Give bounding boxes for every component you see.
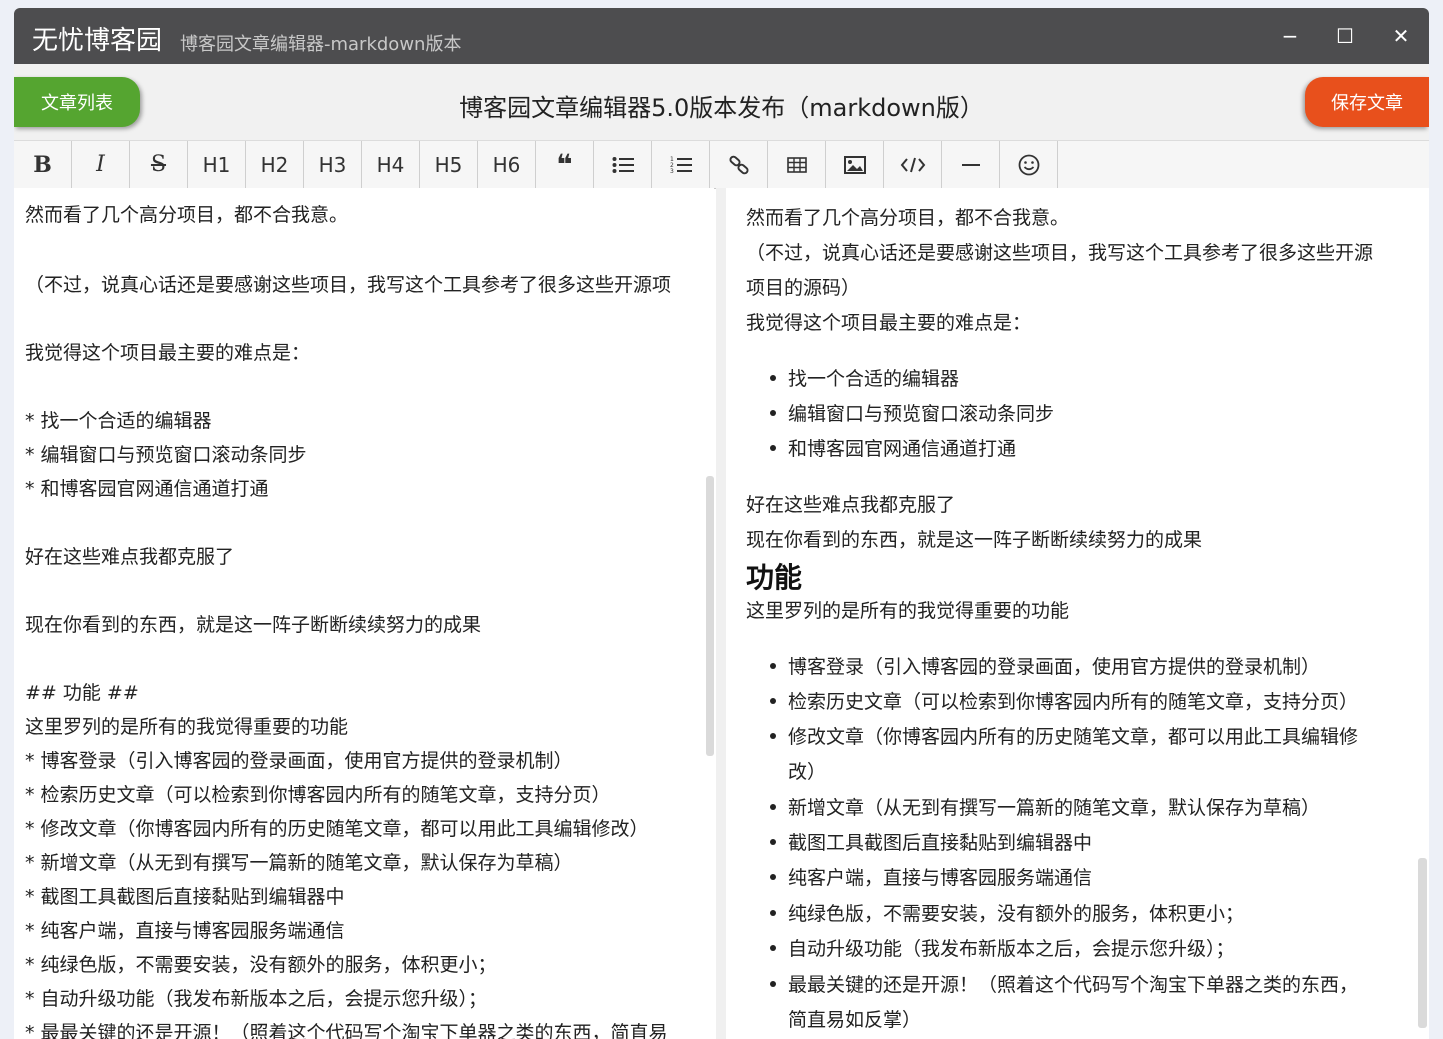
preview-paragraph: （不过，说真心话还是要感谢这些项目，我写这个工具参考了很多这些开源 [746, 242, 1374, 264]
editor-line: * 纯绿色版，不需要安装，没有额外的服务，体积更小； [25, 954, 497, 976]
preview-list-item: 修改文章（你博客园内所有的历史随笔文章，都可以用此工具编辑修 [769, 722, 1358, 749]
bold-icon: B [33, 151, 52, 178]
minimize-button[interactable]: − [1270, 20, 1310, 52]
close-button[interactable]: ✕ [1381, 20, 1421, 52]
preview-list-item: 找一个合适的编辑器 [769, 364, 959, 391]
emoji-icon [1018, 154, 1039, 175]
table-button[interactable] [768, 141, 826, 188]
italic-button[interactable]: I [72, 141, 130, 188]
save-article-button[interactable]: 保存文章 [1305, 77, 1429, 127]
app-name: 无忧博客园 [32, 26, 163, 56]
code-icon [900, 157, 925, 172]
preview-paragraph: 然而看了几个高分项目，都不合我意。 [746, 207, 1070, 229]
horizontal-rule-icon [961, 163, 980, 166]
preview-paragraph: 项目的源码） [746, 277, 861, 299]
preview-scrollbar[interactable] [1418, 858, 1427, 1028]
app-subtitle: 博客园文章编辑器-markdown版本 [180, 34, 462, 55]
article-list-button[interactable]: 文章列表 [14, 77, 140, 127]
editor-line: * 修改文章（你博客园内所有的历史随笔文章，都可以用此工具编辑修改） [25, 818, 649, 840]
editor-line: * 找一个合适的编辑器 [25, 410, 212, 432]
preview-paragraph: 现在你看到的东西，就是这一阵子断断续续努力的成果 [746, 529, 1203, 551]
editor-line: 现在你看到的东西，就是这一阵子断断续续努力的成果 [25, 614, 482, 636]
editor-line: * 检索历史文章（可以检索到你博客园内所有的随笔文章，支持分页） [25, 784, 611, 806]
preview-list-item: 新增文章（从无到有撰写一篇新的随笔文章，默认保存为草稿） [769, 793, 1320, 820]
ordered-list-icon: 123 [670, 156, 692, 175]
preview-list-item: 纯绿色版，不需要安装，没有额外的服务，体积更小； [769, 899, 1244, 926]
h6-button[interactable]: H6 [478, 141, 536, 188]
pane-divider[interactable] [716, 188, 726, 1039]
markdown-toolbar: B I S H1 H2 H3 H4 H5 H6 ❝ 123 [14, 140, 1429, 189]
preview-paragraph: 好在这些难点我都克服了 [746, 494, 956, 516]
editor-line: 好在这些难点我都克服了 [25, 546, 235, 568]
code-button[interactable] [884, 141, 942, 188]
editor-line: * 截图工具截图后直接黏贴到编辑器中 [25, 886, 345, 908]
preview-list-item: 博客登录（引入博客园的登录画面，使用官方提供的登录机制） [769, 652, 1320, 679]
h2-button[interactable]: H2 [246, 141, 304, 188]
editor-line: ## 功能 ## [25, 682, 139, 704]
header-bar: 文章列表 博客园文章编辑器5.0版本发布（markdown版） 保存文章 [14, 64, 1429, 141]
quote-button[interactable]: ❝ [536, 141, 594, 188]
title-bar: 无忧博客园 博客园文章编辑器-markdown版本 − ☐ ✕ [14, 8, 1429, 64]
preview-list-item: 编辑窗口与预览窗口滚动条同步 [769, 399, 1054, 426]
editor-line: * 新增文章（从无到有撰写一篇新的随笔文章，默认保存为草稿） [25, 852, 573, 874]
strikethrough-button[interactable]: S [130, 141, 188, 188]
horizontal-rule-button[interactable] [942, 141, 1000, 188]
editor-line: * 和博客园官网通信通道打通 [25, 478, 269, 500]
preview-paragraph: 我觉得这个项目最主要的难点是： [746, 312, 1032, 334]
h1-button[interactable]: H1 [188, 141, 246, 188]
unordered-list-button[interactable] [594, 141, 652, 188]
editor-line: 然而看了几个高分项目，都不合我意。 [25, 204, 349, 226]
preview-list-item: 纯客户端，直接与博客园服务端通信 [769, 863, 1092, 890]
preview-list-item: 自动升级功能（我发布新版本之后，会提示您升级）； [770, 934, 1235, 961]
preview-list-item-continuation: 简直易如反掌） [788, 1009, 922, 1031]
editor-line: * 最最关键的还是开源！（照着这个代码写个淘宝下单器之类的东西，简直易 [25, 1022, 668, 1039]
quote-icon: ❝ [556, 148, 573, 181]
h5-button[interactable]: H5 [420, 141, 478, 188]
image-button[interactable] [826, 141, 884, 188]
h4-button[interactable]: H4 [362, 141, 420, 188]
document-title[interactable]: 博客园文章编辑器5.0版本发布（markdown版） [314, 88, 1129, 123]
markdown-preview: 然而看了几个高分项目，都不合我意。 （不过，说真心话还是要感谢这些项目，我写这个… [726, 188, 1429, 1039]
h3-button[interactable]: H3 [304, 141, 362, 188]
editor-line: （不过，说真心话还是要感谢这些项目，我写这个工具参考了很多这些开源项 [25, 274, 672, 296]
preview-paragraph: 这里罗列的是所有的我觉得重要的功能 [746, 600, 1070, 622]
editor-line: 这里罗列的是所有的我觉得重要的功能 [25, 716, 349, 738]
editor-line: * 编辑窗口与预览窗口滚动条同步 [25, 444, 307, 466]
editor-line: * 博客登录（引入博客园的登录画面，使用官方提供的登录机制） [25, 750, 573, 772]
table-icon [786, 156, 807, 173]
preview-list-item: 最最关键的还是开源！（照着这个代码写个淘宝下单器之类的东西， [769, 970, 1358, 997]
preview-list-item: 和博客园官网通信通道打通 [769, 434, 1016, 461]
link-icon [728, 155, 749, 174]
editor-line: * 自动升级功能（我发布新版本之后，会提示您升级）； [25, 988, 488, 1010]
preview-list-item: 检索历史文章（可以检索到你博客园内所有的随笔文章，支持分页） [769, 687, 1358, 714]
maximize-button[interactable]: ☐ [1325, 20, 1365, 52]
app-window: 无忧博客园 博客园文章编辑器-markdown版本 − ☐ ✕ 文章列表 博客园… [14, 8, 1429, 1039]
preview-list-item-continuation: 改） [788, 761, 827, 783]
italic-icon: I [96, 152, 105, 177]
bold-button[interactable]: B [14, 141, 72, 188]
preview-heading: 功能 [746, 561, 803, 594]
preview-list-item: 截图工具截图后直接黏贴到编辑器中 [769, 828, 1092, 855]
emoji-button[interactable] [1000, 141, 1058, 188]
image-icon [843, 155, 866, 174]
svg-text:3: 3 [670, 168, 674, 175]
markdown-editor[interactable]: 然而看了几个高分项目，都不合我意。 （不过，说真心话还是要感谢这些项目，我写这个… [14, 188, 714, 1039]
ordered-list-button[interactable]: 123 [652, 141, 710, 188]
editor-line: 我觉得这个项目最主要的难点是： [25, 342, 311, 364]
strikethrough-icon: S [150, 152, 167, 177]
link-button[interactable] [710, 141, 768, 188]
unordered-list-icon [612, 156, 634, 173]
editor-scrollbar[interactable] [706, 476, 714, 756]
editor-line: * 纯客户端，直接与博客园服务端通信 [25, 920, 345, 942]
